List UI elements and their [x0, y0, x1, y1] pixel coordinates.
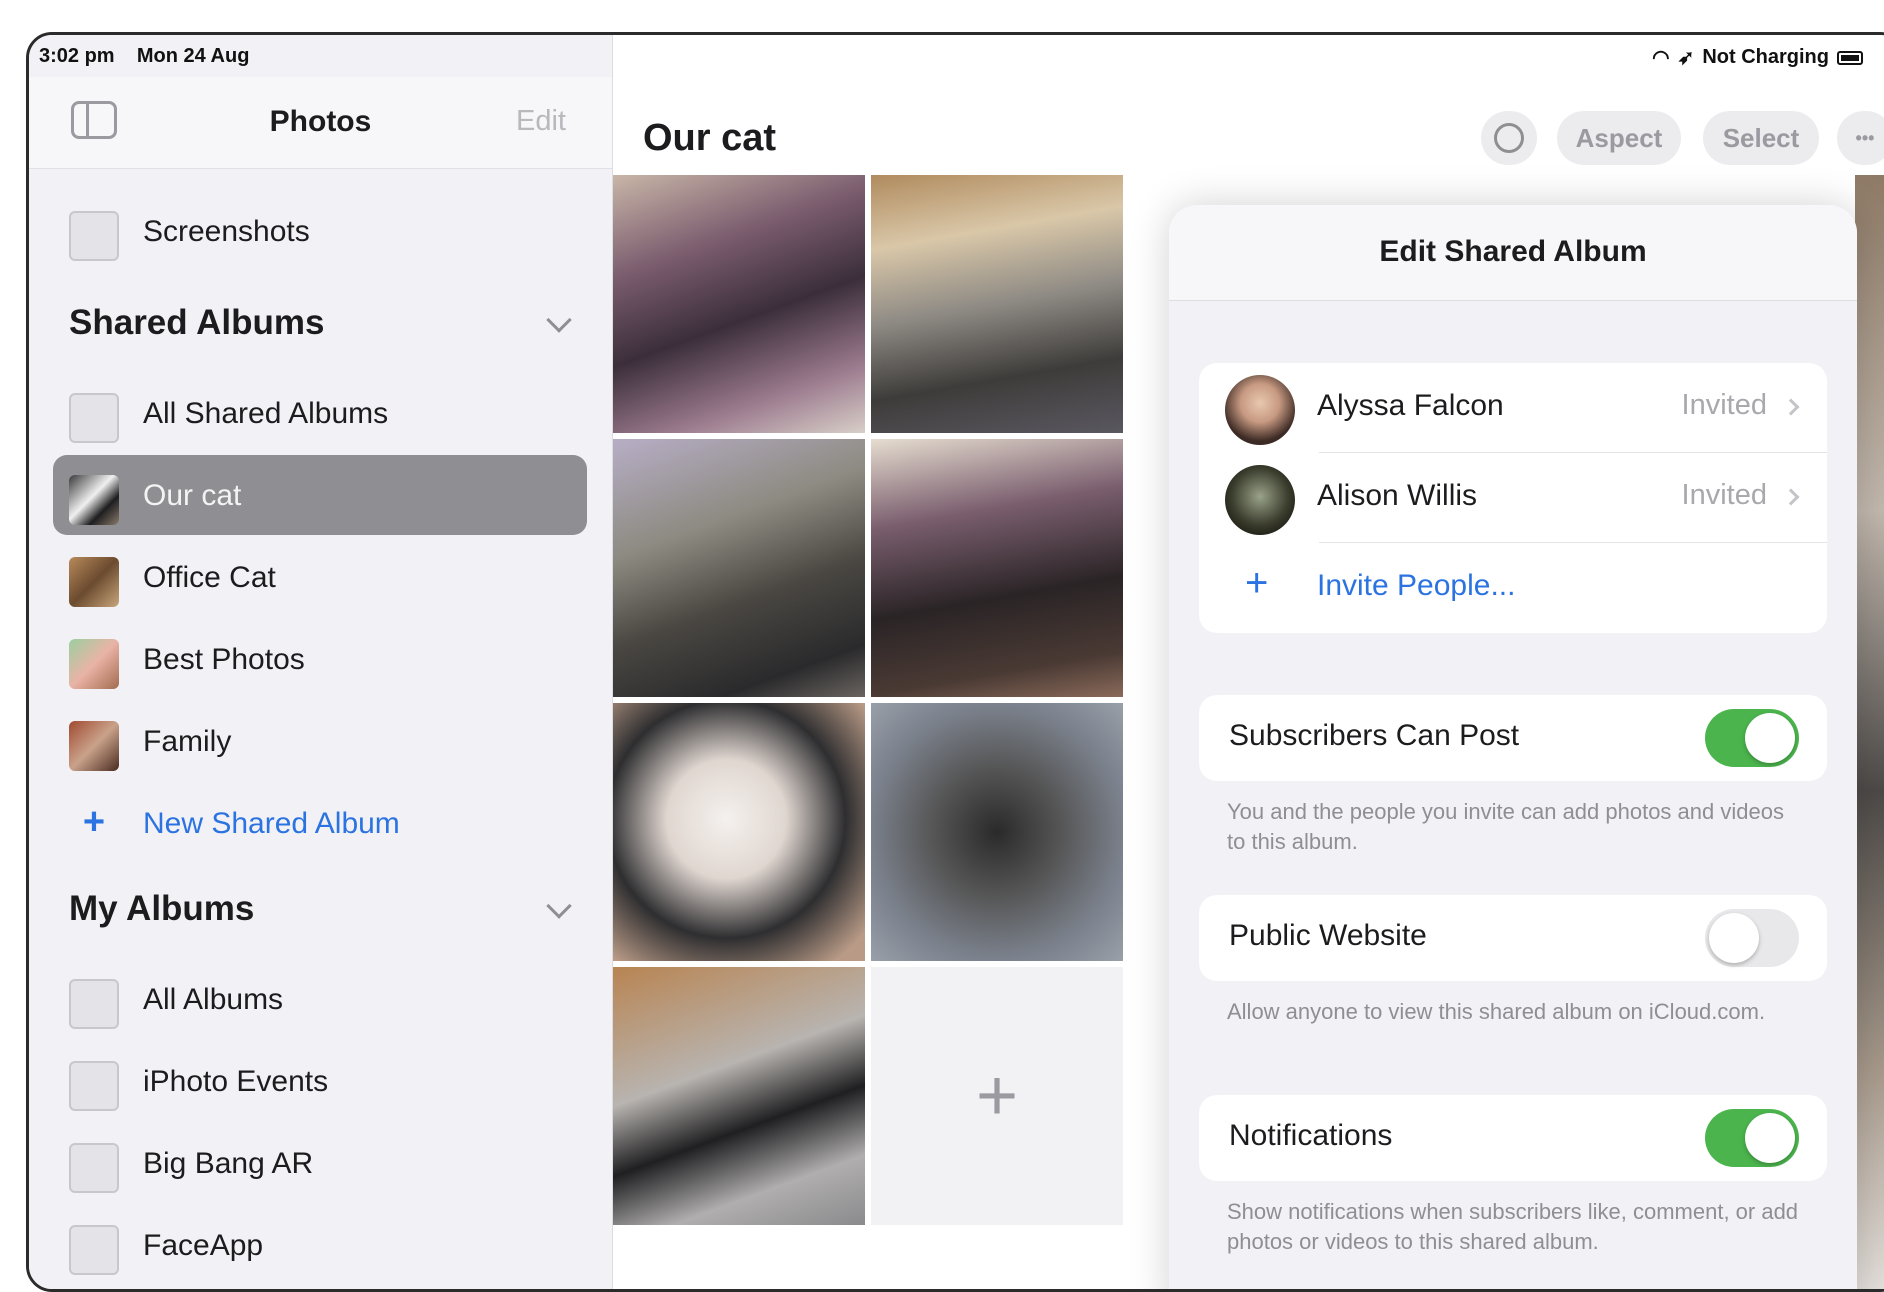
- avatar: [1225, 465, 1295, 535]
- person-circle-icon: [1494, 123, 1524, 153]
- sidebar-item-office-cat[interactable]: Office Cat: [53, 537, 587, 617]
- notifications-row: Notifications: [1199, 1095, 1827, 1181]
- sidebar-item-family[interactable]: Family: [53, 701, 587, 781]
- battery-icon: [1837, 50, 1863, 65]
- person-name: Alyssa Falcon: [1317, 389, 1504, 422]
- sidebar-item-label: All Albums: [143, 983, 284, 1016]
- popover-header: Edit Shared Album: [1169, 205, 1857, 301]
- photo-thumbnail[interactable]: [871, 439, 1123, 697]
- setting-description: Allow anyone to view this shared album o…: [1227, 999, 1766, 1024]
- album-thumbnail: [69, 475, 119, 525]
- status-time: 3:02 pm Mon 24 Aug: [39, 45, 249, 68]
- person-status: Invited: [1681, 479, 1767, 511]
- sidebar-item-iphoto-events[interactable]: iPhoto Events: [53, 1041, 587, 1121]
- screenshot-icon: [69, 211, 119, 261]
- edit-shared-album-popover: Edit Shared Album Alyssa Falcon Invited …: [1169, 205, 1857, 1289]
- sidebar-item-faceapp[interactable]: FaceApp: [53, 1205, 587, 1285]
- person-row[interactable]: Alyssa Falcon Invited: [1199, 363, 1827, 453]
- people-list: Alyssa Falcon Invited Alison Willis Invi…: [1199, 363, 1827, 633]
- photo-stack-icon: [69, 1143, 119, 1193]
- person-row[interactable]: Alison Willis Invited: [1199, 453, 1827, 543]
- chevron-right-icon: [1782, 488, 1800, 506]
- subscribers-can-post-toggle[interactable]: [1705, 709, 1799, 767]
- location-icon: ➶: [1677, 47, 1695, 69]
- photo-strip-behind-popover: [1855, 175, 1884, 1289]
- sidebar-item-our-cat[interactable]: Our cat: [53, 455, 587, 535]
- page-title: Our cat: [643, 117, 777, 159]
- charging-status: Not Charging: [1702, 46, 1829, 68]
- shared-albums-heading[interactable]: Shared Albums: [69, 303, 324, 343]
- popover-title: Edit Shared Album: [1379, 235, 1647, 268]
- sidebar-item-label: Screenshots: [143, 215, 310, 248]
- status-indicators: ◠ ➶ Not Charging: [1652, 45, 1863, 70]
- sidebar-item-label: Family: [143, 725, 232, 758]
- photo-thumbnail[interactable]: [613, 703, 865, 961]
- notifications-toggle[interactable]: [1705, 1109, 1799, 1167]
- sidebar-item-label: All Shared Albums: [143, 397, 389, 430]
- album-thumbnail: [69, 639, 119, 689]
- sidebar-item-all-albums[interactable]: All Albums: [53, 959, 587, 1039]
- setting-label: Subscribers Can Post: [1229, 719, 1520, 752]
- ipad-frame: Photos Edit Screenshots Shared Albums Al…: [26, 32, 1884, 1292]
- photo-stack-icon: [69, 1061, 119, 1111]
- status-date: Mon 24 Aug: [136, 45, 250, 67]
- new-shared-album-label: New Shared Album: [143, 807, 400, 840]
- public-website-row: Public Website: [1199, 895, 1827, 981]
- photo-thumbnail[interactable]: [871, 703, 1123, 961]
- setting-label: Notifications: [1229, 1119, 1393, 1152]
- photo-thumbnail[interactable]: [613, 439, 865, 697]
- toggle-knob: [1745, 713, 1795, 763]
- toggle-knob: [1709, 913, 1759, 963]
- photo-thumbnail[interactable]: [613, 175, 865, 433]
- toggle-knob: [1745, 1113, 1795, 1163]
- avatar: [1225, 375, 1295, 445]
- sidebar-item-label: iPhoto Events: [143, 1065, 329, 1098]
- wifi-icon: ◠: [1652, 47, 1670, 69]
- plus-icon: +: [975, 1056, 1019, 1136]
- status-clock: 3:02 pm: [39, 45, 115, 67]
- person-status: Invited: [1681, 389, 1767, 421]
- status-bar: 3:02 pm Mon 24 Aug ◠ ➶ Not Charging: [29, 35, 1884, 77]
- invite-people-button[interactable]: + Invite People...: [1199, 543, 1827, 633]
- photo-stack-icon: [69, 1225, 119, 1275]
- albums-icon: [69, 979, 119, 1029]
- sidebar: Photos Edit Screenshots Shared Albums Al…: [29, 35, 613, 1289]
- setting-description: Show notifications when subscribers like…: [1227, 1199, 1799, 1254]
- sidebar-item-label: FaceApp: [143, 1229, 264, 1262]
- photo-thumbnail[interactable]: [871, 175, 1123, 433]
- sidebar-item-all-shared-albums[interactable]: All Shared Albums: [53, 373, 587, 453]
- new-shared-album-button[interactable]: + New Shared Album: [53, 783, 587, 863]
- sidebar-item-label: Office Cat: [143, 561, 276, 594]
- invite-people-label: Invite People...: [1317, 569, 1516, 602]
- chevron-right-icon: [1782, 398, 1800, 416]
- sidebar-header: Photos Edit: [29, 77, 612, 169]
- shared-people-button[interactable]: [1481, 111, 1537, 165]
- subscribers-can-post-row: Subscribers Can Post: [1199, 695, 1827, 781]
- photo-thumbnail[interactable]: [613, 967, 865, 1225]
- aspect-button[interactable]: Aspect: [1557, 111, 1681, 165]
- plus-icon: +: [82, 801, 106, 843]
- sidebar-item-label: Best Photos: [143, 643, 305, 676]
- sidebar-item-label: Our cat: [143, 479, 242, 512]
- album-thumbnail: [69, 557, 119, 607]
- album-thumbnail: [69, 721, 119, 771]
- sidebar-item-label: Big Bang AR: [143, 1147, 314, 1180]
- setting-description: You and the people you invite can add ph…: [1227, 799, 1784, 854]
- shared-albums-icon: [69, 393, 119, 443]
- chevron-down-icon[interactable]: [546, 307, 572, 333]
- my-albums-heading[interactable]: My Albums: [69, 889, 254, 929]
- chevron-down-icon[interactable]: [546, 893, 572, 919]
- sidebar-item-big-bang-ar[interactable]: Big Bang AR: [53, 1123, 587, 1203]
- setting-label: Public Website: [1229, 919, 1427, 952]
- select-button[interactable]: Select: [1703, 111, 1819, 165]
- public-website-toggle[interactable]: [1705, 909, 1799, 967]
- plus-icon: +: [1245, 561, 1269, 605]
- more-button[interactable]: •••: [1837, 111, 1884, 165]
- person-name: Alison Willis: [1317, 479, 1478, 512]
- sidebar-edit-button[interactable]: Edit: [516, 105, 566, 138]
- add-photos-button[interactable]: +: [871, 967, 1123, 1225]
- sidebar-item-best-photos[interactable]: Best Photos: [53, 619, 587, 699]
- sidebar-item-screenshots[interactable]: Screenshots: [53, 191, 587, 271]
